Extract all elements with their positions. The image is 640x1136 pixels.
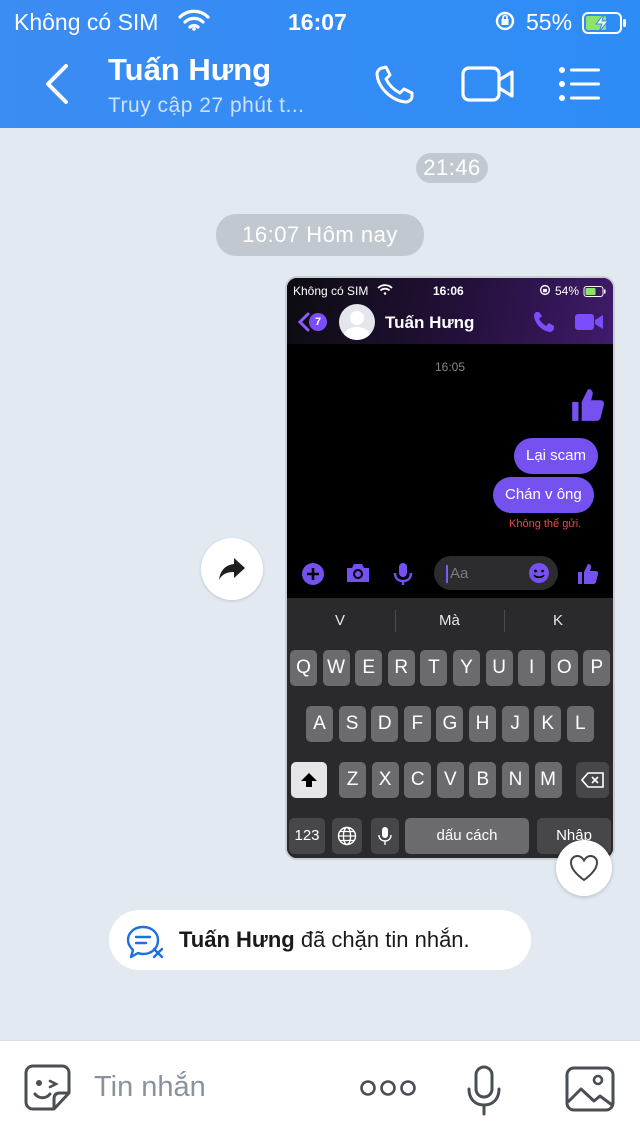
composer-bar: Tin nhắn [0,1040,640,1136]
battery-icon [582,12,628,40]
screenshot-message-bubble: Chán v ông [493,477,594,513]
screenshot-time-label: 16:05 [434,360,466,374]
screenshot-battery-percent: 54% [555,284,580,298]
screenshot-clock: 16:06 [433,284,464,298]
screenshot-like-sticker-icon [569,386,607,429]
suggestion-divider [395,610,396,632]
status-bar: Không có SIM 16:07 55% [0,6,640,36]
screenshot-key: B [469,762,497,798]
screenshot-battery-icon [583,286,607,300]
battery-percent: 55% [526,9,573,35]
screenshot-backspace-key [576,762,609,798]
screenshot-key: F [403,706,431,742]
screenshot-status-bar: Không có SIM 16:06 54% [287,282,613,298]
screenshot-contact-name: Tuấn Hưng [385,313,475,332]
blocked-message: đã chặn tin nhắn. [294,927,470,952]
screenshot-key: D [371,706,399,742]
screenshot-key: T [420,650,448,686]
screenshot-unread-badge: 7 [309,313,327,331]
screenshot-key: N [502,762,529,798]
screenshot-call-icon [532,310,556,339]
rotation-lock-icon [494,10,516,38]
last-seen-status: Truy cập 27 phút t... [108,94,305,117]
screenshot-key: O [550,650,578,686]
screenshot-key: E [355,650,383,686]
screenshot-key: L [566,706,594,742]
screenshot-key: S [338,706,366,742]
screenshot-key: R [387,650,415,686]
screenshot-plus-icon [301,562,325,591]
screenshot-key: J [501,706,529,742]
screenshot-key: X [371,762,399,798]
screenshot-key: M [534,762,562,798]
screenshot-like-icon [575,562,601,591]
screenshot-suggestion: K [553,612,564,629]
screenshot-key: Y [453,650,480,686]
screenshot-key: P [583,650,611,686]
screenshot-key: W [322,650,350,686]
screenshot-key: Z [339,762,366,798]
screenshot-send-error: Không thể gửi. [509,518,582,530]
screenshot-keyboard: V Mà K QWERTYUIOPASDFGHJKLZXCVBNM 123 dấ… [287,598,613,858]
blocked-text: Tuấn Hưng đã chặn tin nhắn. [179,927,470,953]
screenshot-123-key: 123 [289,818,325,854]
screenshot-key: I [518,650,546,686]
screenshot-emoji-icon [528,562,550,589]
screenshot-avatar [339,304,375,340]
suggestion-divider [504,610,505,632]
screenshot-video-icon [574,312,604,337]
screenshot-carrier: Không có SIM [293,284,369,298]
back-button[interactable] [38,60,78,108]
screenshot-key: Q [290,650,317,686]
chat-header: Không có SIM 16:07 55% Tuấn Hưng Truy cậ… [0,0,640,128]
image-picker-button[interactable] [564,1065,616,1118]
screenshot-text-input: Aa [434,556,558,590]
date-separator: 16:07 Hôm nay [216,214,424,256]
voice-call-button[interactable] [372,62,420,106]
voice-message-button[interactable] [466,1065,502,1122]
screenshot-message-bubble: Lại scam [514,438,599,474]
screenshot-key: G [436,706,464,742]
menu-button[interactable] [556,62,604,106]
clock: 16:07 [288,9,347,35]
screenshot-key: K [534,706,562,742]
time-pill: 21:46 [416,153,488,183]
screenshot-image-message[interactable]: Không có SIM 16:06 54% 7 Tuấn Hưng 16:05… [285,276,615,860]
screenshot-rotation-icon [539,284,551,299]
video-call-button[interactable] [460,62,514,106]
screenshot-globe-key [332,818,362,854]
screenshot-mic-icon [393,562,413,591]
screenshot-key: U [485,650,513,686]
screenshot-cursor [446,565,448,583]
screenshot-camera-icon [345,562,371,589]
screenshot-key: H [469,706,496,742]
screenshot-input-placeholder: Aa [450,565,469,582]
screenshot-suggestion: V [335,612,346,629]
screenshot-dictation-key [371,818,399,854]
blocked-chat-icon [126,925,164,959]
sticker-button[interactable] [22,1063,74,1118]
contact-name[interactable]: Tuấn Hưng [108,52,271,88]
messenger-header: Không có SIM 16:06 54% 7 Tuấn Hưng [287,278,613,344]
screenshot-key: A [306,706,333,742]
screenshot-wifi-icon [377,284,393,298]
forward-button[interactable] [201,538,263,600]
message-input[interactable]: Tin nhắn [94,1071,206,1104]
blocked-contact-name: Tuấn Hưng [179,927,295,952]
screenshot-key: V [436,762,464,798]
carrier-label: Không có SIM [14,9,159,35]
screenshot-shift-key [291,762,327,798]
react-heart-button[interactable] [556,840,612,896]
more-options-button[interactable] [360,1077,416,1104]
screenshot-key: C [404,762,432,798]
screenshot-suggestion: Mà [439,612,460,629]
wifi-icon [178,9,210,37]
blocked-notice: Tuấn Hưng đã chặn tin nhắn. [109,910,531,970]
screenshot-space-key: dấu cách [405,818,529,854]
